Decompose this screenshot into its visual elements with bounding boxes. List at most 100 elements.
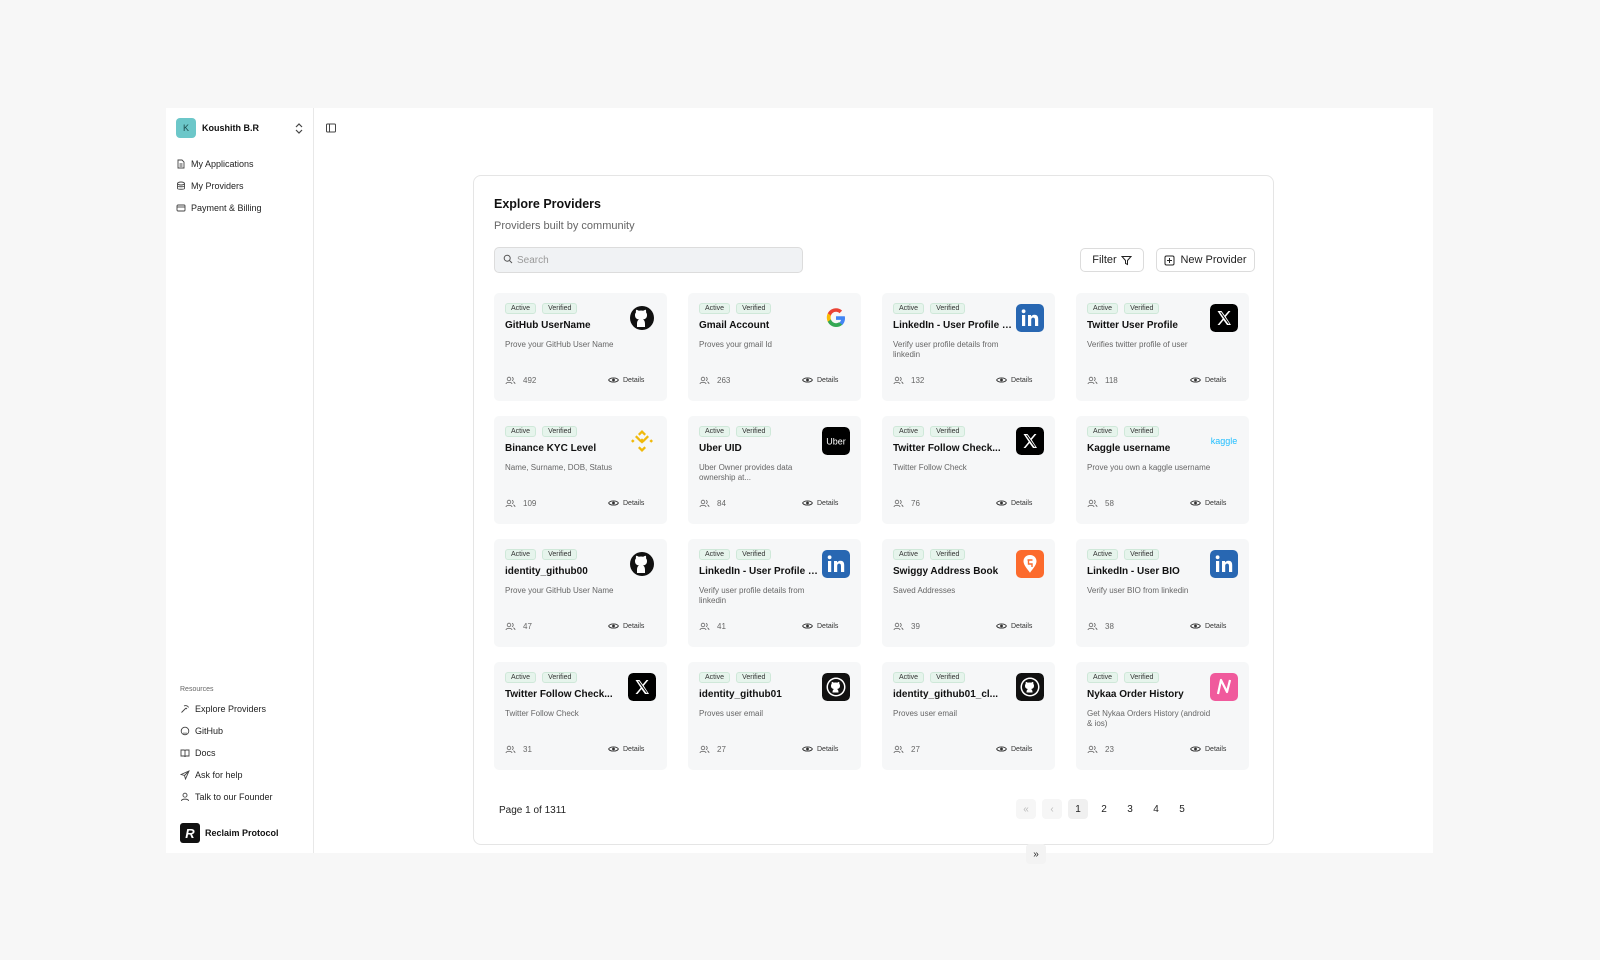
account-switcher[interactable]: K Koushith B.R bbox=[176, 118, 304, 138]
provider-card[interactable]: Active Verified LinkedIn - User Profile … bbox=[882, 293, 1055, 401]
provider-description: Prove you own a kaggle username bbox=[1087, 463, 1211, 472]
res-ask-help[interactable]: Ask for help bbox=[180, 764, 273, 786]
page-button[interactable]: 1 bbox=[1068, 799, 1088, 819]
eye-icon bbox=[1190, 622, 1201, 630]
provider-card[interactable]: Active Verified LinkedIn - User Profile … bbox=[688, 539, 861, 647]
details-label: Details bbox=[1205, 745, 1227, 753]
status-badge: Active bbox=[1087, 426, 1119, 437]
page-button[interactable]: 4 bbox=[1146, 799, 1166, 819]
eye-icon bbox=[802, 622, 813, 630]
card-badges: Active Verified bbox=[699, 426, 772, 437]
status-badge: Active bbox=[1087, 549, 1119, 560]
details-link[interactable]: Details bbox=[802, 499, 838, 507]
user-count-value: 132 bbox=[911, 376, 925, 385]
sidebar-toggle-icon[interactable] bbox=[325, 121, 337, 133]
provider-card[interactable]: Active Verified Binance KYC Level Name, … bbox=[494, 416, 667, 524]
card-badges: Active Verified bbox=[699, 672, 772, 683]
res-talk-founder[interactable]: Talk to our Founder bbox=[180, 786, 273, 808]
search-input[interactable] bbox=[517, 254, 777, 266]
app-window: K Koushith B.R My Applications My Provid… bbox=[166, 108, 1433, 864]
page-button[interactable]: 2 bbox=[1094, 799, 1114, 819]
details-link[interactable]: Details bbox=[996, 622, 1032, 630]
details-link[interactable]: Details bbox=[1190, 622, 1226, 630]
provider-card[interactable]: Active Verified Gmail Account Proves you… bbox=[688, 293, 861, 401]
card-badges: Active Verified bbox=[505, 426, 578, 437]
provider-description: Uber Owner provides data ownership at... bbox=[699, 463, 793, 482]
details-link[interactable]: Details bbox=[996, 376, 1032, 384]
status-badge: Active bbox=[893, 303, 925, 314]
user-count-value: 263 bbox=[717, 376, 731, 385]
search-box[interactable] bbox=[494, 247, 803, 273]
status-badge: Active bbox=[699, 672, 731, 683]
details-link[interactable]: Details bbox=[608, 499, 644, 507]
nav-label: My Providers bbox=[191, 181, 244, 191]
page-button[interactable]: 3 bbox=[1120, 799, 1140, 819]
user-count: 23 bbox=[1087, 745, 1114, 754]
provider-card[interactable]: Active Verified Swiggy Address Book Save… bbox=[882, 539, 1055, 647]
provider-card[interactable]: Active Verified GitHub UserName Prove yo… bbox=[494, 293, 667, 401]
res-docs[interactable]: Docs bbox=[180, 742, 273, 764]
res-github[interactable]: GitHub bbox=[180, 720, 273, 742]
provider-name: Gmail Account bbox=[699, 320, 770, 331]
user-count-value: 31 bbox=[523, 745, 532, 754]
details-link[interactable]: Details bbox=[802, 376, 838, 384]
page-subtitle: Providers built by community bbox=[494, 220, 635, 232]
details-link[interactable]: Details bbox=[608, 745, 644, 753]
verified-badge: Verified bbox=[1124, 426, 1160, 437]
card-badges: Active Verified bbox=[505, 549, 578, 560]
pagination: « ‹ 1 2 3 4 5 › » bbox=[1016, 799, 1192, 864]
users-icon bbox=[505, 745, 516, 754]
brand-name: Reclaim Protocol bbox=[205, 828, 279, 838]
provider-card[interactable]: Active Verified Nykaa Order History Get … bbox=[1076, 662, 1249, 770]
provider-description: Twitter Follow Check bbox=[893, 463, 967, 472]
details-link[interactable]: Details bbox=[996, 745, 1032, 753]
provider-card[interactable]: Active Verified Twitter Follow Check... … bbox=[882, 416, 1055, 524]
details-label: Details bbox=[623, 376, 645, 384]
provider-card[interactable]: Active Verified Twitter User Profile Ver… bbox=[1076, 293, 1249, 401]
details-label: Details bbox=[817, 499, 839, 507]
provider-card[interactable]: Active Verified identity_github01_cl... … bbox=[882, 662, 1055, 770]
details-link[interactable]: Details bbox=[1190, 499, 1226, 507]
nav-payment-billing[interactable]: Payment & Billing bbox=[176, 197, 262, 219]
details-label: Details bbox=[817, 745, 839, 753]
provider-description: Prove your GitHub User Name bbox=[505, 340, 614, 349]
nykaa-logo-icon bbox=[1210, 673, 1238, 701]
provider-card[interactable]: Active Verified identity_github01 Proves… bbox=[688, 662, 861, 770]
last-page-button[interactable]: » bbox=[1026, 844, 1046, 864]
nav-my-applications[interactable]: My Applications bbox=[176, 153, 262, 175]
provider-card[interactable]: Active Verified identity_github00 Prove … bbox=[494, 539, 667, 647]
user-count-value: 39 bbox=[911, 622, 920, 631]
page-button[interactable]: 5 bbox=[1172, 799, 1192, 819]
provider-grid: Active Verified GitHub UserName Prove yo… bbox=[494, 293, 1249, 770]
user-count: 58 bbox=[1087, 499, 1114, 508]
card-badges: Active Verified bbox=[893, 426, 966, 437]
res-explore-providers[interactable]: Explore Providers bbox=[180, 698, 273, 720]
details-link[interactable]: Details bbox=[608, 376, 644, 384]
verified-badge: Verified bbox=[930, 426, 966, 437]
users-icon bbox=[505, 499, 516, 508]
filter-button[interactable]: Filter bbox=[1080, 248, 1144, 272]
details-link[interactable]: Details bbox=[802, 622, 838, 630]
user-count: 118 bbox=[1087, 376, 1118, 385]
details-link[interactable]: Details bbox=[996, 499, 1032, 507]
status-badge: Active bbox=[505, 303, 537, 314]
first-page-button[interactable]: « bbox=[1016, 799, 1036, 819]
filter-label: Filter bbox=[1092, 254, 1117, 266]
details-link[interactable]: Details bbox=[802, 745, 838, 753]
github-icon bbox=[180, 726, 190, 736]
details-link[interactable]: Details bbox=[1190, 745, 1226, 753]
provider-card[interactable]: Active Verified Kaggle username Prove yo… bbox=[1076, 416, 1249, 524]
brand[interactable]: R Reclaim Protocol bbox=[180, 823, 279, 843]
nav-my-providers[interactable]: My Providers bbox=[176, 175, 262, 197]
prev-page-button[interactable]: ‹ bbox=[1042, 799, 1062, 819]
verified-badge: Verified bbox=[542, 672, 578, 683]
pickaxe-icon bbox=[180, 704, 190, 714]
details-link[interactable]: Details bbox=[1190, 376, 1226, 384]
provider-card[interactable]: Active Verified LinkedIn - User BIO Veri… bbox=[1076, 539, 1249, 647]
new-provider-button[interactable]: New Provider bbox=[1156, 248, 1255, 272]
provider-card[interactable]: Active Verified Uber UID Uber Owner prov… bbox=[688, 416, 861, 524]
details-link[interactable]: Details bbox=[608, 622, 644, 630]
provider-card[interactable]: Active Verified Twitter Follow Check... … bbox=[494, 662, 667, 770]
user-count-value: 109 bbox=[523, 499, 537, 508]
filter-icon bbox=[1120, 255, 1132, 266]
